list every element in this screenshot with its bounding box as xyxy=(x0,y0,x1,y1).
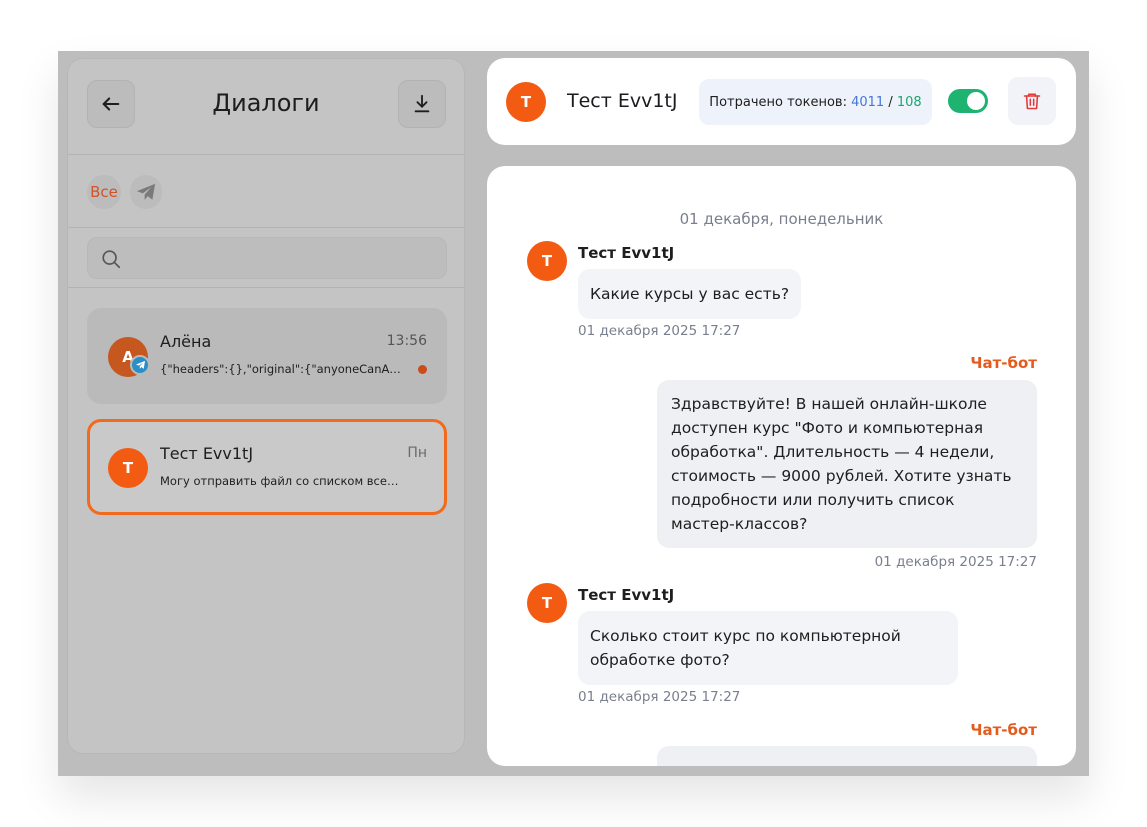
filter-all-chip[interactable]: Все xyxy=(87,175,121,209)
message-bubble-bot: Здравствуйте! В нашей онлайн-школе досту… xyxy=(657,380,1037,548)
unread-dot xyxy=(418,365,427,374)
message-time: 01 декабря 2025 17:27 xyxy=(578,689,741,705)
dialog-time: Пн xyxy=(407,445,427,461)
bot-toggle[interactable] xyxy=(948,89,988,113)
avatar: Т xyxy=(527,583,567,623)
message-time: 01 декабря 2025 17:27 xyxy=(578,323,741,339)
app-window: Диалоги Все А Алёна 13:56 {"headers":{},… xyxy=(58,51,1089,776)
avatar: Т xyxy=(527,241,567,281)
telegram-icon xyxy=(136,183,156,200)
download-button[interactable] xyxy=(398,80,446,128)
telegram-icon xyxy=(135,360,145,369)
dialog-item-selected[interactable]: Т Тест Evv1tJ Пн Могу отправить файл со … xyxy=(87,419,447,515)
message-author-bot: Чат-бот xyxy=(970,721,1037,739)
dialog-name: Тест Evv1tJ xyxy=(160,444,254,463)
avatar: Т xyxy=(506,82,546,122)
message-author: Тест Evv1tJ xyxy=(578,586,675,604)
trash-icon xyxy=(1023,93,1041,110)
chat-messages[interactable]: 01 декабря, понедельник Т Тест Evv1tJ Ка… xyxy=(487,166,1076,766)
divider xyxy=(68,154,464,155)
tokens-extra: 108 xyxy=(896,94,922,110)
dialog-time: 13:56 xyxy=(386,333,427,349)
tokens-label: Потрачено токенов: xyxy=(709,94,847,110)
delete-button[interactable] xyxy=(1008,77,1056,125)
search-icon xyxy=(102,250,121,269)
dialog-name: Алёна xyxy=(160,332,212,351)
avatar: Т xyxy=(108,448,148,488)
download-icon xyxy=(414,94,430,113)
date-separator: 01 декабря, понедельник xyxy=(679,210,884,228)
search-input[interactable] xyxy=(87,237,447,279)
tokens-separator: / xyxy=(888,94,893,110)
dialog-snippet: {"headers":{},"original":{"anyoneCanAdd.… xyxy=(160,362,402,376)
dialog-item[interactable]: А Алёна 13:56 {"headers":{},"original":{… xyxy=(87,308,447,404)
message-bubble: Какие курсы у вас есть? xyxy=(578,269,802,319)
message-bubble: Сколько стоит курс по компьютерной обраб… xyxy=(578,611,958,685)
contact-name: Тест Evv1tJ xyxy=(567,90,678,112)
chat-header: Т Тест Evv1tJ Потрачено токенов: 4011 / … xyxy=(487,58,1076,145)
tokens-counter: Потрачено токенов: 4011 / 108 xyxy=(699,79,932,125)
tokens-spent: 4011 xyxy=(851,94,885,110)
divider xyxy=(68,287,464,288)
message-author-bot: Чат-бот xyxy=(970,354,1037,372)
divider xyxy=(68,227,464,228)
message-author: Тест Evv1tJ xyxy=(578,244,675,262)
toggle-knob xyxy=(967,92,985,110)
dialogs-sidebar: Диалоги Все А Алёна 13:56 {"headers":{},… xyxy=(67,58,465,754)
message-bubble-bot xyxy=(657,746,1037,766)
dialog-snippet: Могу отправить файл со списком всех... xyxy=(160,474,402,488)
telegram-badge xyxy=(130,355,150,375)
message-time: 01 декабря 2025 17:27 xyxy=(874,554,1037,570)
filter-telegram-chip[interactable] xyxy=(130,175,162,209)
